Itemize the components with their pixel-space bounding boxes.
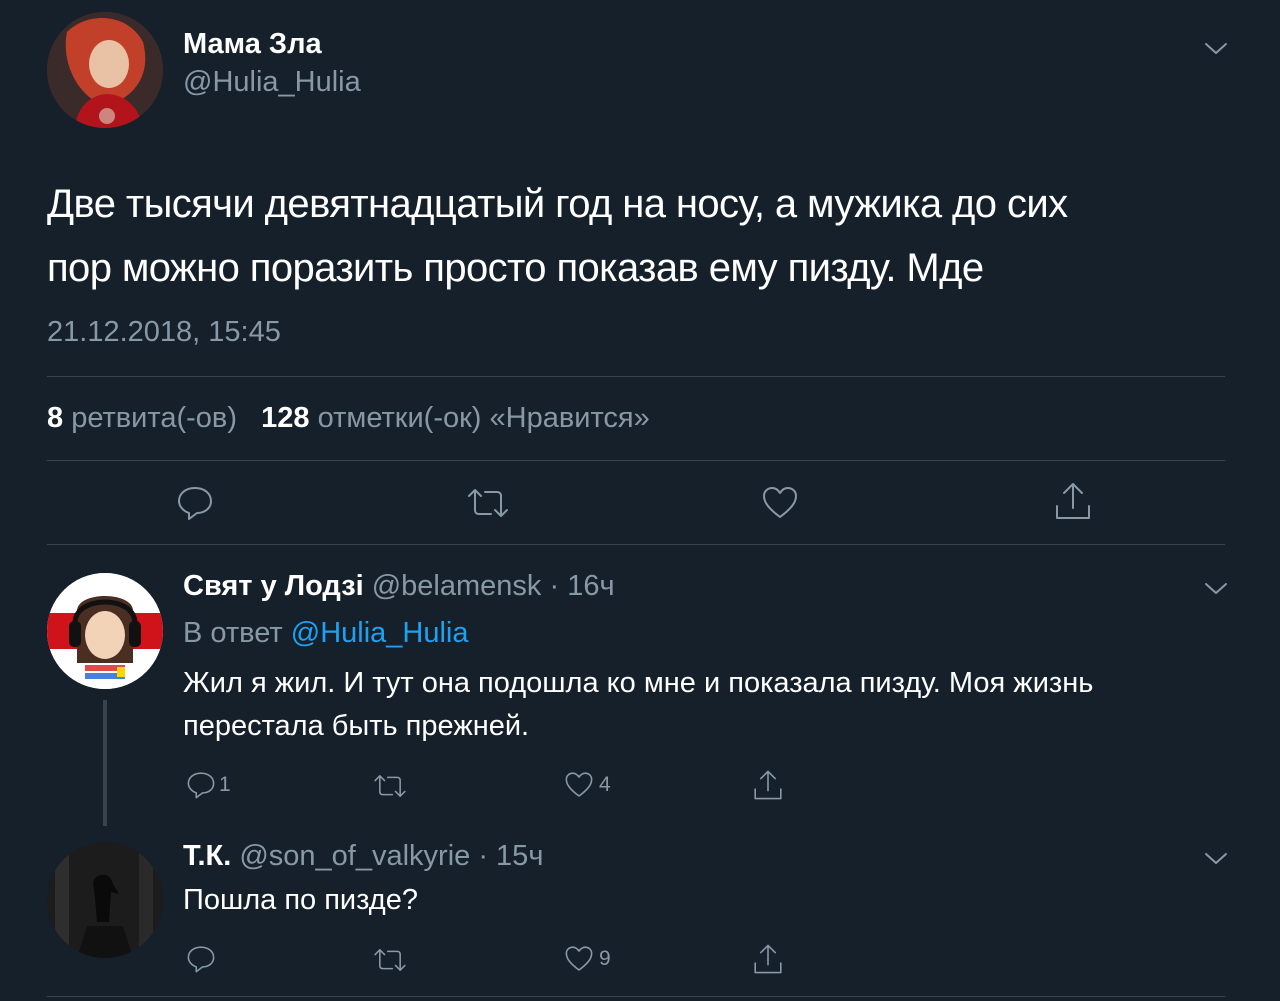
reply-avatar[interactable] [47,573,163,689]
like-icon [565,946,593,971]
thread-line [103,700,107,826]
reply-to-handle-link[interactable]: @Hulia_Hulia [291,617,469,649]
share-icon[interactable] [1053,480,1093,522]
likes-stat[interactable]: 128 отметки(-ок) «Нравится» [261,402,650,434]
avatar-image [47,842,163,958]
author-name[interactable]: Мама Зла [183,28,322,61]
like-button[interactable]: 9 [563,944,611,974]
retweet-icon[interactable] [372,772,408,800]
reply-author-name[interactable]: Т.К. [183,840,231,872]
reply-icon[interactable] [175,484,215,522]
tweet-timestamp[interactable]: 21.12.2018, 15:45 [47,316,281,349]
reply-to-prefix: В ответ [183,617,283,649]
share-icon[interactable] [752,942,784,976]
reply-text-line2: перестала быть прежней. [183,710,530,742]
tweet-stats: 8 ретвита(-ов) 128 отметки(-ок) «Нравитс… [47,402,650,435]
reply-icon[interactable] [185,944,217,974]
reply-button[interactable]: 1 [185,770,231,800]
reply-time[interactable]: · 15ч [478,840,543,872]
like-count: 9 [599,947,611,970]
divider [47,376,1225,377]
reply-to-line: В ответ @Hulia_Hulia [183,617,469,650]
divider [47,996,1225,997]
share-icon[interactable] [752,768,784,802]
author-avatar[interactable] [47,12,163,128]
reply-author-handle[interactable]: @belamensk [372,570,542,602]
divider [47,460,1225,461]
retweets-stat[interactable]: 8 ретвита(-ов) [47,402,245,434]
likes-count: 128 [261,402,310,434]
reply-icon [187,772,215,799]
like-icon [565,772,593,797]
retweets-label: ретвита(-ов) [71,402,237,434]
reply-author-handle[interactable]: @son_of_valkyrie [239,840,470,872]
retweet-icon[interactable] [465,486,511,520]
author-handle[interactable]: @Hulia_Hulia [183,66,361,99]
reply-author-name[interactable]: Свят у Лодзі [183,570,364,602]
reply-avatar[interactable] [47,842,163,958]
chevron-down-icon[interactable] [1203,848,1229,868]
tweet-text-line2: пор можно поразить просто показав ему пи… [47,246,984,290]
chevron-down-icon[interactable] [1203,578,1229,598]
reply-text-line1: Жил я жил. И тут она подошла ко мне и по… [183,667,1094,699]
avatar-image [47,573,163,689]
reply-text-line1: Пошла по пизде? [183,884,418,916]
like-icon[interactable] [760,484,800,522]
avatar-image [47,12,163,128]
reply-header: Т.К. @son_of_valkyrie · 15ч [183,840,543,873]
like-count: 4 [599,773,611,796]
tweet-text-line1: Две тысячи девятнадцатый год на носу, а … [47,182,1068,226]
divider [47,544,1225,545]
retweet-icon[interactable] [372,946,408,974]
chevron-down-icon[interactable] [1203,38,1229,58]
likes-label: отметки(-ок) «Нравится» [317,402,650,434]
reply-header: Свят у Лодзі @belamensk · 16ч [183,570,615,603]
reply-count: 1 [219,773,231,796]
like-button[interactable]: 4 [563,770,611,800]
retweets-count: 8 [47,402,64,434]
reply-time[interactable]: · 16ч [549,570,614,602]
